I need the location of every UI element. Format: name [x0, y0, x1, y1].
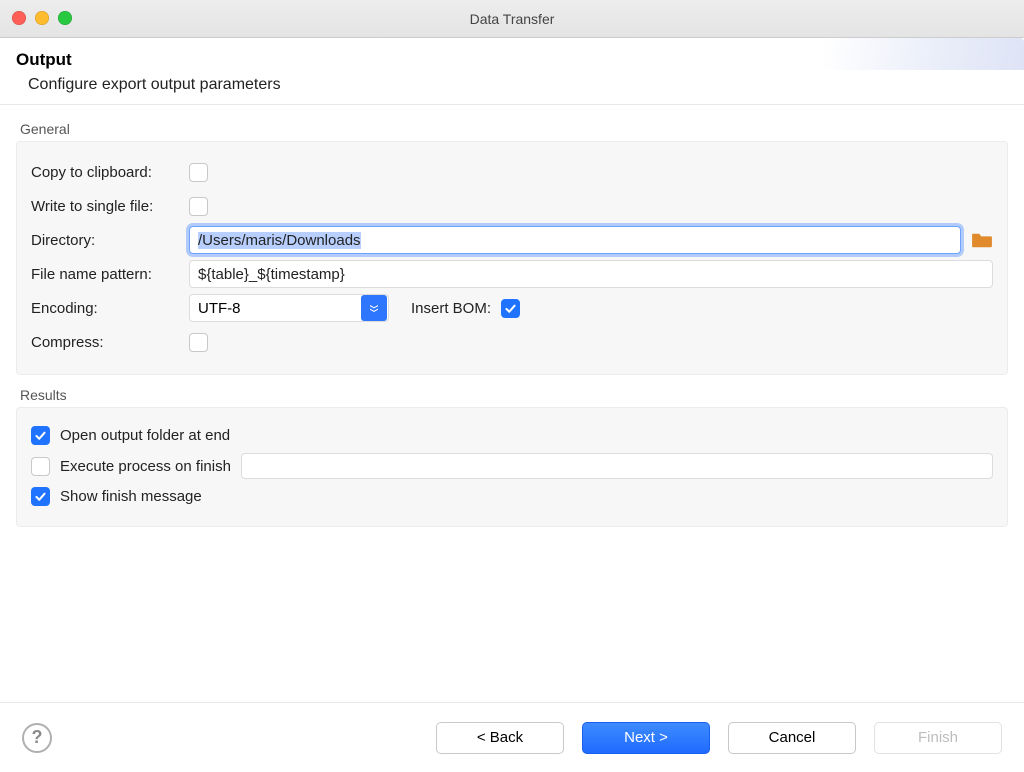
wizard-content: General Copy to clipboard: Write to sing…: [0, 105, 1024, 702]
execute-process-checkbox[interactable]: [31, 457, 50, 476]
execute-process-input[interactable]: [241, 453, 993, 479]
open-output-folder-checkbox[interactable]: [31, 426, 50, 445]
directory-value: /Users/maris/Downloads: [198, 232, 361, 249]
encoding-select[interactable]: UTF-8: [189, 294, 389, 322]
browse-folder-icon[interactable]: [971, 231, 993, 249]
general-section-label: General: [20, 121, 1008, 137]
copy-clipboard-label: Copy to clipboard:: [31, 164, 189, 181]
close-window-button[interactable]: [12, 11, 26, 25]
page-subtitle: Configure export output parameters: [16, 76, 1008, 94]
execute-process-label: Execute process on finish: [60, 458, 231, 475]
next-button[interactable]: Next >: [582, 722, 710, 754]
minimize-window-button[interactable]: [35, 11, 49, 25]
general-section: Copy to clipboard: Write to single file:…: [16, 141, 1008, 375]
wizard-footer: ? < Back Next > Cancel Finish: [0, 702, 1024, 772]
file-pattern-label: File name pattern:: [31, 266, 189, 283]
window-title: Data Transfer: [470, 11, 555, 27]
encoding-label: Encoding:: [31, 300, 189, 317]
write-single-file-checkbox[interactable]: [189, 197, 208, 216]
directory-label: Directory:: [31, 232, 189, 249]
zoom-window-button[interactable]: [58, 11, 72, 25]
insert-bom-checkbox[interactable]: [501, 299, 520, 318]
file-pattern-input[interactable]: [189, 260, 993, 288]
copy-clipboard-checkbox[interactable]: [189, 163, 208, 182]
open-output-folder-label: Open output folder at end: [60, 427, 230, 444]
help-icon[interactable]: ?: [22, 723, 52, 753]
compress-label: Compress:: [31, 334, 189, 351]
show-finish-message-label: Show finish message: [60, 488, 202, 505]
finish-button: Finish: [874, 722, 1002, 754]
results-section: Open output folder at end Execute proces…: [16, 407, 1008, 527]
insert-bom-label: Insert BOM:: [411, 300, 491, 317]
compress-checkbox[interactable]: [189, 333, 208, 352]
header-decoration: [824, 38, 1024, 70]
results-section-label: Results: [20, 387, 1008, 403]
encoding-value: UTF-8: [190, 300, 360, 317]
encoding-dropdown-button[interactable]: [361, 295, 387, 321]
show-finish-message-checkbox[interactable]: [31, 487, 50, 506]
window-traffic-lights: [12, 11, 72, 25]
directory-input[interactable]: /Users/maris/Downloads: [189, 226, 961, 254]
write-single-file-label: Write to single file:: [31, 198, 189, 215]
titlebar: Data Transfer: [0, 0, 1024, 38]
back-button[interactable]: < Back: [436, 722, 564, 754]
cancel-button[interactable]: Cancel: [728, 722, 856, 754]
wizard-header: Output Configure export output parameter…: [0, 38, 1024, 105]
